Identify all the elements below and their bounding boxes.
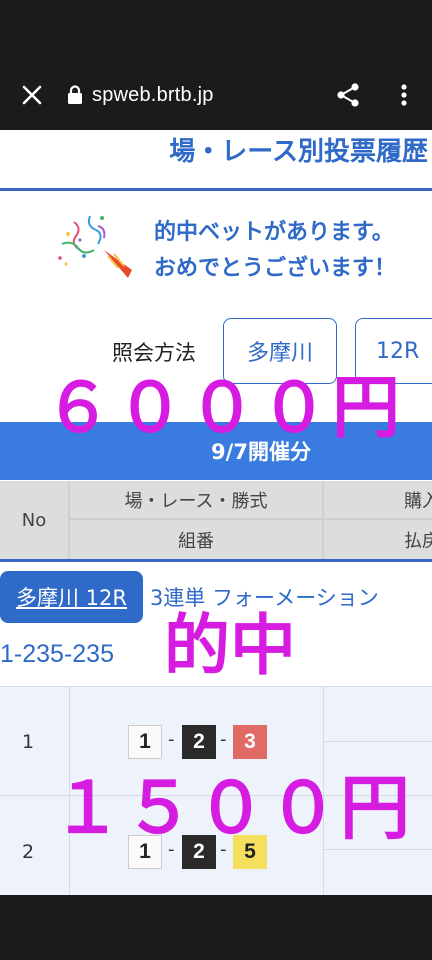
header-venue-race-type: 場・レース・勝式 [70, 481, 322, 518]
table-header-divider [0, 559, 432, 562]
url-text[interactable]: spweb.brtb.jp [86, 84, 320, 107]
status-bar [0, 0, 432, 60]
congrats-line-1: 的中ベットがあります。 [154, 220, 394, 245]
dash-separator: - [168, 729, 175, 750]
header-payout: 払戻 [324, 520, 432, 559]
title-divider [0, 188, 432, 191]
overlay-amount-bottom: １５００円 [52, 767, 412, 849]
more-vert-icon[interactable] [376, 83, 432, 107]
lock-icon [64, 85, 86, 105]
row-number: 1 [22, 731, 35, 753]
dash-separator: - [220, 729, 227, 750]
page-content: 場・レース別投票履歴 的中ベットがあります。 おめでとうございます！ 照会方法 … [0, 130, 432, 895]
header-no: No [0, 481, 68, 559]
congrats-line-2: おめでとうございます！ [154, 256, 397, 281]
share-icon[interactable] [320, 82, 376, 108]
congrats-message: 的中ベットがあります。 おめでとうございます！ [154, 215, 396, 287]
party-popper-icon [54, 212, 150, 284]
browser-toolbar: spweb.brtb.jp [0, 60, 432, 130]
row-number: 2 [22, 841, 35, 863]
overlay-amount-top: ６０００円 [44, 369, 405, 448]
bet-combination: 1-235-235 [0, 640, 114, 668]
overlay-hit: 的中 [164, 607, 296, 684]
row-divider [324, 741, 432, 742]
header-purchase: 購入 [324, 481, 432, 518]
page-title: 場・レース別投票履歴 [169, 137, 428, 167]
close-icon[interactable] [0, 84, 64, 106]
bottom-bar [0, 895, 432, 960]
bet-race-label: 多摩川 12R [16, 586, 127, 610]
header-combination: 組番 [70, 520, 322, 559]
table-header: No 場・レース・勝式 組番 購入 払戻 [0, 481, 432, 559]
bet-race-link[interactable]: 多摩川 12R [0, 571, 143, 623]
